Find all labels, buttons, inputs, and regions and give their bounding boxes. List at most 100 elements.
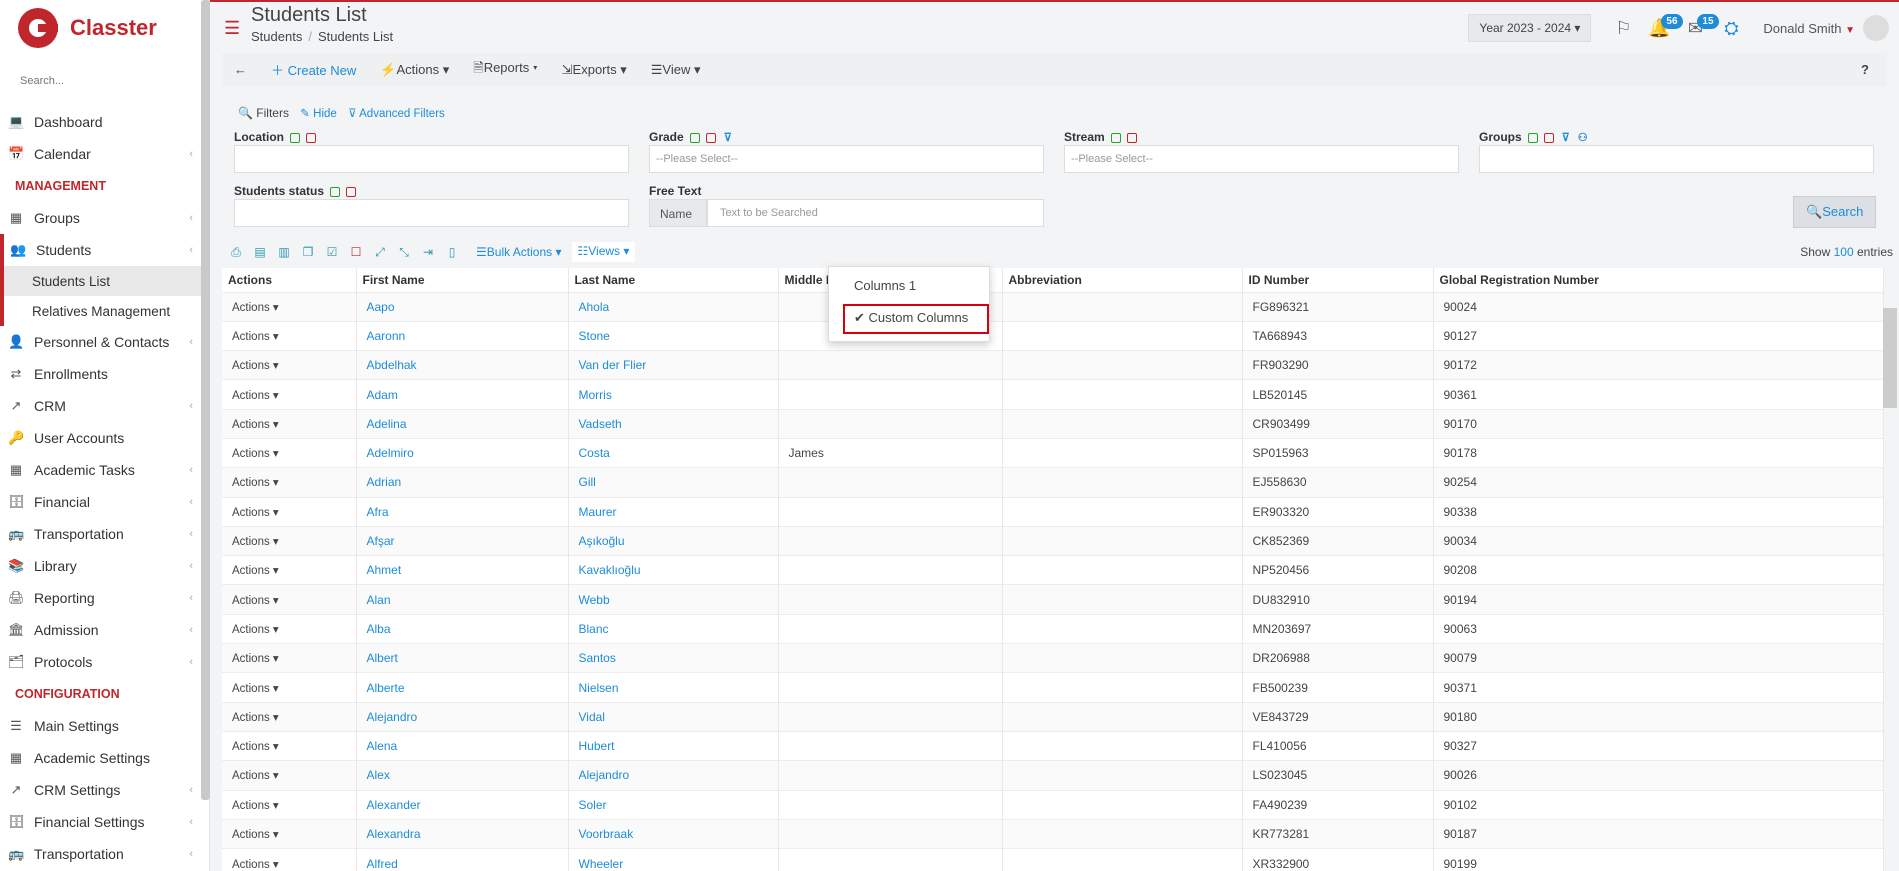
row-actions-button[interactable]: Actions [232,419,270,431]
select-all-icon[interactable] [330,186,341,197]
row-actions-button[interactable]: Actions [232,741,270,753]
first-name-link[interactable]: Alejandro [367,710,418,724]
sidebar-scrollbar[interactable] [201,0,210,800]
first-name-link[interactable]: Aapo [367,300,395,314]
year-select[interactable]: Year 2023 - 2024 ▾ [1468,14,1592,42]
filter-icon[interactable]: ⊽ [1562,132,1570,144]
check-all-icon[interactable]: ☑ [320,245,344,259]
actions-menu[interactable]: ⚡Actions ▾ [368,62,461,78]
back-arrow-icon[interactable]: ← [222,62,259,77]
advanced-filters-link[interactable]: ⊽ Advanced Filters [348,108,445,120]
row-actions-button[interactable]: Actions [232,712,270,724]
row-actions-button[interactable]: Actions [232,595,270,607]
clear-icon[interactable] [346,186,357,197]
help-button[interactable]: ? [1861,62,1869,77]
row-actions-button[interactable]: Actions [232,448,270,460]
first-name-link[interactable]: Albert [367,651,398,665]
first-name-link[interactable]: Ahmet [367,563,402,577]
name-addon[interactable]: Name [649,199,707,227]
clear-icon[interactable] [1543,132,1554,143]
last-name-link[interactable]: Maurer [579,505,617,519]
last-name-link[interactable]: Nielsen [579,681,619,695]
column-header[interactable]: First Name [356,268,569,292]
menu-toggle-icon[interactable]: ☰ [224,18,240,39]
sidebar-item-students[interactable]: 👥 Students ‹ [0,234,201,266]
sidebar-item-calendar[interactable]: 📅 Calendar ‹ [0,138,201,170]
row-actions-button[interactable]: Actions [232,653,270,665]
last-name-link[interactable]: Hubert [579,739,615,753]
sidebar-item-groups[interactable]: ▦ Groups ‹ [0,202,201,234]
last-name-link[interactable]: Kavaklıoğlu [579,563,641,577]
filter-icon[interactable]: ⊽ [724,132,732,144]
last-name-link[interactable]: Alejandro [579,768,630,782]
grade-select[interactable]: --Please Select-- [649,145,1044,173]
exports-menu[interactable]: ⇲Exports ▾ [550,62,639,78]
sidebar-item-main-settings[interactable]: ☰ Main Settings [0,710,201,742]
first-name-link[interactable]: Alena [367,739,398,753]
view-menu[interactable]: ☰View ▾ [639,62,713,78]
uncheck-all-icon[interactable]: ☐ [344,245,368,259]
first-name-link[interactable]: Abdelhak [367,358,417,372]
sidebar-item-protocols[interactable]: 🗂 Protocols ‹ [0,646,201,678]
first-name-link[interactable]: Alan [367,593,391,607]
row-actions-button[interactable]: Actions [232,829,270,841]
views-option-columns-1[interactable]: Columns 1 [829,278,989,293]
last-name-link[interactable]: Voorbraak [579,827,634,841]
copy-icon[interactable]: ❐ [296,245,320,259]
excel-icon[interactable]: ▤ [248,245,272,259]
select-all-icon[interactable] [1527,132,1538,143]
row-actions-button[interactable]: Actions [232,360,270,372]
row-actions-button[interactable]: Actions [232,624,270,636]
row-actions-button[interactable]: Actions [232,859,270,871]
breadcrumb-students[interactable]: Students [251,29,302,44]
first-name-link[interactable]: Aaronn [367,329,406,343]
first-name-link[interactable]: Alberte [367,681,405,695]
columns-icon[interactable]: ▯ [440,245,464,259]
first-name-link[interactable]: Alba [367,622,391,636]
column-header[interactable]: Global Registration Number [1433,268,1884,292]
expand-icon[interactable]: ⤢ [368,245,392,260]
user-filter-icon[interactable]: ⚇ [1578,132,1588,144]
last-name-link[interactable]: Ahola [579,300,610,314]
first-name-link[interactable]: Adam [367,388,398,402]
search-button[interactable]: 🔍Search [1793,196,1877,228]
row-actions-button[interactable]: Actions [232,331,270,343]
sidebar-item-financial-settings[interactable]: 🗄 Financial Settings ‹ [0,806,201,838]
last-name-link[interactable]: Costa [579,446,610,460]
sidebar-subitem-relatives-management[interactable]: Relatives Management [0,296,201,326]
logo[interactable]: Classter [18,8,157,48]
row-actions-button[interactable]: Actions [232,536,270,548]
last-name-link[interactable]: Van der Flier [579,358,647,372]
first-name-link[interactable]: Adelina [367,417,407,431]
first-name-link[interactable]: Alex [367,768,390,782]
sidebar-item-personnel-contacts[interactable]: 👤 Personnel & Contacts ‹ [0,326,201,358]
last-name-link[interactable]: Blanc [579,622,609,636]
last-name-link[interactable]: Vadseth [579,417,622,431]
export-icon[interactable]: ⇥ [416,245,440,259]
select-all-icon[interactable] [290,132,300,143]
last-name-link[interactable]: Wheeler [579,857,624,871]
views-option-custom-columns[interactable]: ✔ Custom Columns [829,310,989,326]
sidebar-item-enrollments[interactable]: ⇄ Enrollments [0,358,201,390]
views-button[interactable]: ☷Views ▾ [571,242,636,262]
first-name-link[interactable]: Afşar [367,534,395,548]
table-scrollbar[interactable] [1883,308,1897,408]
user-menu[interactable]: Donald Smith ▼ [1763,21,1855,36]
clear-icon[interactable] [306,132,316,143]
sidebar-item-transportation[interactable]: 🚌 Transportation ‹ [0,518,201,550]
stream-select[interactable]: --Please Select-- [1064,145,1459,173]
last-name-link[interactable]: Vidal [579,710,605,724]
groups-field[interactable] [1479,145,1874,173]
row-actions-button[interactable]: Actions [232,302,270,314]
last-name-link[interactable]: Webb [579,593,610,607]
column-header[interactable]: Abbreviation [1002,268,1243,292]
column-header[interactable]: Last Name [568,268,779,292]
print-icon[interactable]: ⎙ [224,245,248,260]
row-actions-button[interactable]: Actions [232,477,270,489]
column-header[interactable]: Actions [222,268,357,292]
bell-icon[interactable]: 🔔 56 [1641,13,1683,39]
avatar[interactable] [1863,15,1889,41]
sidebar-item-library[interactable]: 📚 Library ‹ [0,550,201,582]
column-header[interactable]: ID Number [1242,268,1434,292]
bulk-actions-button[interactable]: ☰Bulk Actions ▾ [476,245,562,259]
